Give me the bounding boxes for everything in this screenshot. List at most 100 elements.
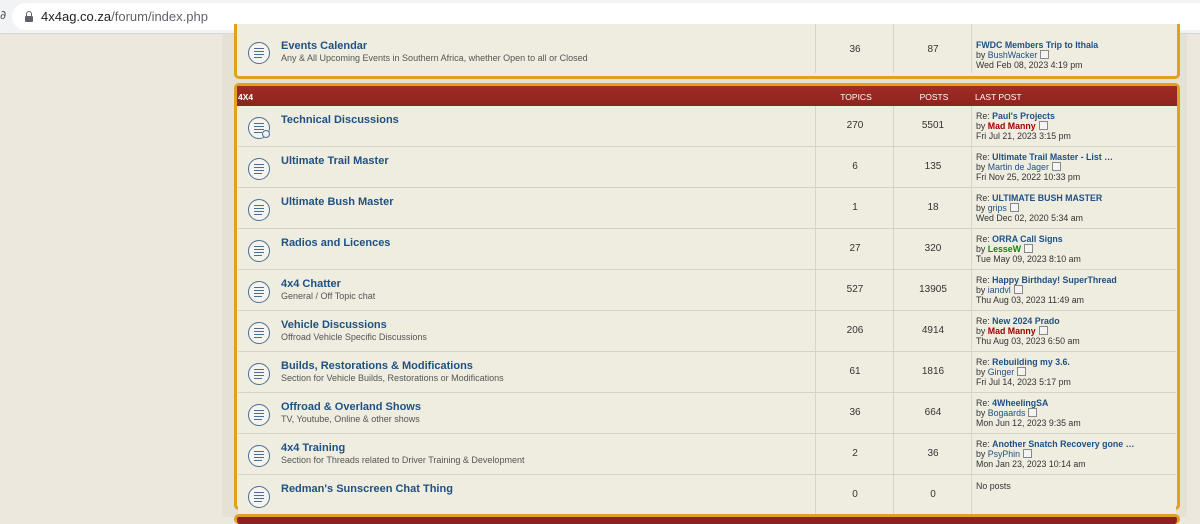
forum-read-icon [248,363,270,385]
forum-row[interactable]: Technical Discussions 270 5501 Re: Paul's P… [238,106,1176,147]
forum-title-link[interactable]: Ultimate Trail Master [281,155,389,167]
last-post-link[interactable]: Another Snatch Recovery gone … [992,439,1134,449]
forum-title-link[interactable]: Ultimate Bush Master [281,196,393,208]
last-post: Re: New 2024 Prado by Mad Manny Thu Aug 03… [976,316,1080,346]
last-post-user[interactable]: LesseW [988,244,1021,254]
last-post-re: Re: [976,316,990,326]
forum-read-icon [248,42,270,64]
forum-row[interactable]: 4x4 Chatter General / Off Topic chat 527 13… [238,270,1176,311]
topics-count: 206 [846,325,864,336]
forum-read-icon [248,158,270,180]
url-text[interactable]: 4x4ag.co.za/forum/index.php [41,9,208,24]
forum-row[interactable]: 4x4 Training Section for Threads related … [238,434,1176,475]
forum-description: General / Off Topic chat [281,291,376,301]
last-post-date: Tue May 09, 2023 8:10 am [976,254,1081,264]
forum-title-link[interactable]: 4x4 Chatter [281,278,341,290]
category-title[interactable]: 4X4 [238,92,253,102]
last-post-date: Mon Jun 12, 2023 9:35 am [976,418,1081,428]
last-post-user[interactable]: Mad Manny [988,121,1036,131]
goto-post-icon[interactable] [1023,449,1033,458]
lock-icon[interactable] [25,11,33,22]
forum-title-link[interactable]: Redman's Sunscreen Chat Thing [281,483,453,495]
last-post-date: Thu Aug 03, 2023 6:50 am [976,336,1080,346]
goto-post-icon[interactable] [1038,326,1048,335]
last-post-by: by [976,449,986,459]
last-post-by: by [976,121,986,131]
last-post-link[interactable]: Ultimate Trail Master - List … [992,152,1113,162]
last-post-user[interactable]: Mad Manny [988,326,1036,336]
forum-title-link[interactable]: Offroad & Overland Shows [281,401,421,413]
posts-count: 1816 [921,366,945,377]
forum-description: Offroad Vehicle Specific Discussions [281,332,427,342]
last-post-user[interactable]: BushWacker [988,50,1038,60]
forum-row[interactable]: Ultimate Bush Master 1 18 Re: ULTIMATE BUSH… [238,188,1176,229]
last-post-date: Wed Feb 08, 2023 4:19 pm [976,60,1083,70]
forum-block-4x4: 4X4 TOPICS POSTS LAST POST Technical Dis… [234,83,1180,516]
last-post-by: by [976,162,986,172]
posts-count: 36 [927,448,939,459]
goto-post-icon[interactable] [1038,121,1048,130]
posts-count: 0 [930,489,936,500]
goto-post-icon[interactable] [1024,244,1033,253]
last-post: Re: Ultimate Trail Master - List … by Mar… [976,152,1113,182]
last-post-user[interactable]: Bogaards [988,408,1026,418]
topics-count: 27 [849,243,861,254]
last-post-link[interactable]: ULTIMATE BUSH MASTER [992,193,1102,203]
forum-row[interactable]: Radios and Licences 27 320 Re: ORRA Call Si… [238,229,1176,270]
last-post-user[interactable]: iandvl [988,285,1011,295]
goto-post-icon[interactable] [1040,50,1050,59]
last-post-link[interactable]: Paul's Projects [992,111,1055,121]
last-post-user[interactable]: Ginger [988,367,1014,377]
last-post-link[interactable]: 4WheelingSA [992,398,1048,408]
posts-count: 135 [924,161,942,172]
last-post: Re: Rebuilding my 3.6. by Ginger Fri Jul 1… [976,357,1071,387]
topics-count: 270 [846,120,864,131]
posts-count: 87 [927,44,939,55]
last-post-date: Mon Jan 23, 2023 10:14 am [976,459,1086,469]
forum-title-link[interactable]: 4x4 Training [281,442,345,454]
last-post-link[interactable]: ORRA Call Signs [992,234,1063,244]
last-post-user[interactable]: PsyPhin [988,449,1020,459]
goto-post-icon[interactable] [1028,408,1038,417]
forum-read-icon [248,199,270,221]
forum-read-icon [248,240,270,262]
last-post-date: Fri Jul 14, 2023 5:17 pm [976,377,1071,387]
last-post-by: by [976,50,986,60]
forum-title-link[interactable]: Vehicle Discussions [281,319,387,331]
topics-count: 0 [852,489,858,500]
last-post: Re: ULTIMATE BUSH MASTER by grips Wed Dec … [976,193,1102,223]
last-post-link[interactable]: New 2024 Prado [992,316,1059,326]
column-topics: TOPICS [840,92,872,102]
no-posts-text: No posts [976,481,1011,491]
last-post-date: Fri Nov 25, 2022 10:33 pm [976,172,1081,182]
last-post-by: by [976,244,986,254]
forum-title-link[interactable]: Events Calendar [281,40,367,52]
goto-post-icon[interactable] [1051,162,1061,171]
goto-post-icon[interactable] [1017,367,1027,376]
forum-block-next [234,514,1180,524]
last-post-user[interactable]: grips [988,203,1007,213]
forum-row[interactable]: Builds, Restorations & Modifications Sect… [238,352,1176,393]
topics-count: 61 [849,366,861,377]
forum-row-events-calendar[interactable]: Events Calendar Any & All Upcoming Event… [238,24,1176,73]
forum-row[interactable]: Ultimate Trail Master 6 135 Re: Ultimate Tr… [238,147,1176,188]
last-post-link[interactable]: FWDC Members Trip to Ithala [976,40,1098,50]
last-post-link[interactable]: Rebuilding my 3.6. [992,357,1070,367]
goto-post-icon[interactable] [1009,203,1019,212]
last-post: FWDC Members Trip to Ithala by BushWacke… [976,40,1098,70]
forum-row[interactable]: Offroad & Overland Shows TV, Youtube, Onl… [238,393,1176,434]
forum-row[interactable]: Vehicle Discussions Offroad Vehicle Speci… [238,311,1176,352]
goto-post-icon[interactable] [1013,285,1023,294]
topics-count: 36 [849,44,861,55]
forum-title-link[interactable]: Technical Discussions [281,114,399,126]
forum-row[interactable]: Redman's Sunscreen Chat Thing 0 0 No posts [238,475,1176,516]
forum-description: TV, Youtube, Online & other shows [281,414,420,424]
topics-count: 2 [852,448,858,459]
forum-title-link[interactable]: Radios and Licences [281,237,390,249]
forum-title-link[interactable]: Builds, Restorations & Modifications [281,360,473,372]
forum-description: Any & All Upcoming Events in Southern Af… [281,53,588,63]
last-post-link[interactable]: Happy Birthday! SuperThread [992,275,1117,285]
posts-count: 320 [924,243,942,254]
last-post-user[interactable]: Martin de Jager [988,162,1049,172]
url-path: /forum/index.php [111,9,208,24]
